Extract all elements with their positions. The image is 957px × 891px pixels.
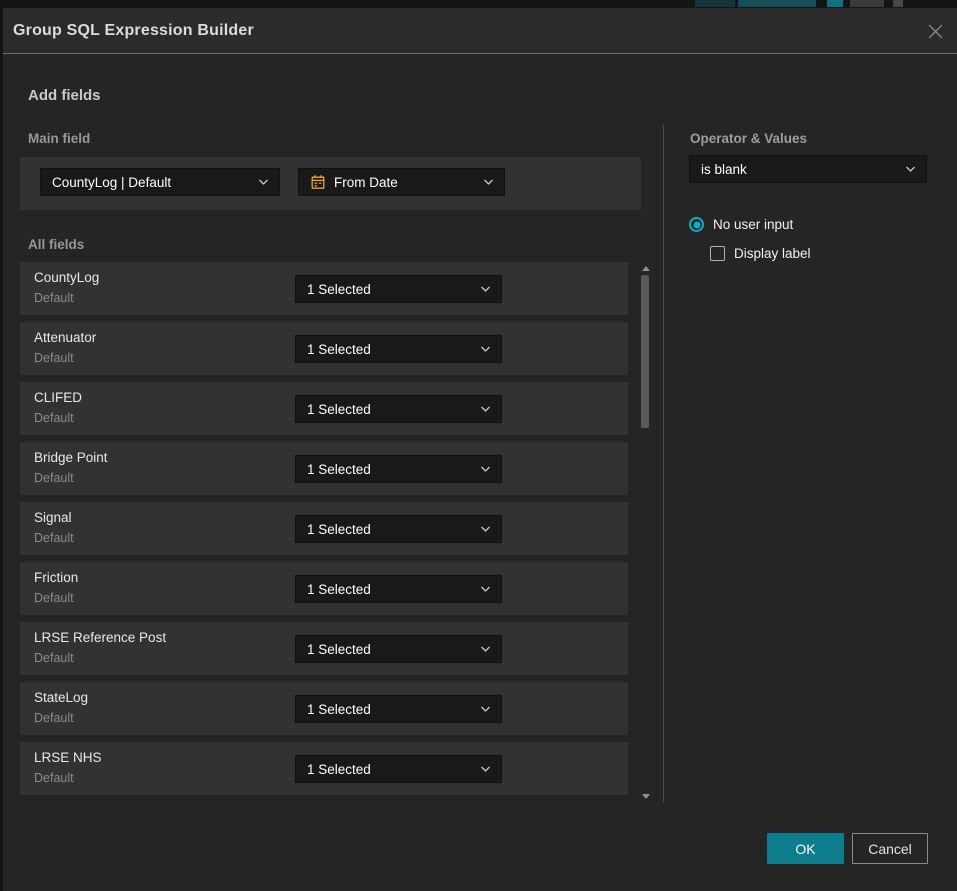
dropdown-value: 1 Selected: [296, 462, 371, 477]
chevron-down-icon: [483, 179, 494, 186]
field-sublabel: Default: [34, 771, 74, 785]
field-sublabel: Default: [34, 411, 74, 425]
chevron-down-icon: [480, 526, 491, 533]
field-values-dropdown[interactable]: 1 Selected: [295, 635, 502, 663]
dropdown-value: 1 Selected: [296, 582, 371, 597]
field-values-dropdown[interactable]: 1 Selected: [295, 335, 502, 363]
dropdown-value: 1 Selected: [296, 642, 371, 657]
field-sublabel: Default: [34, 351, 74, 365]
main-field-label: Main field: [28, 131, 90, 146]
dropdown-value: 1 Selected: [296, 702, 371, 717]
field-values-dropdown[interactable]: 1 Selected: [295, 395, 502, 423]
field-values-dropdown[interactable]: 1 Selected: [295, 695, 502, 723]
field-values-dropdown[interactable]: 1 Selected: [295, 575, 502, 603]
field-values-dropdown[interactable]: 1 Selected: [295, 455, 502, 483]
chevron-down-icon: [258, 179, 269, 186]
dropdown-value: 1 Selected: [296, 342, 371, 357]
dropdown-value: 1 Selected: [296, 762, 371, 777]
field-sublabel: Default: [34, 471, 74, 485]
field-name: Bridge Point: [34, 450, 108, 465]
no-user-input-radio[interactable]: No user input: [689, 217, 793, 232]
field-sublabel: Default: [34, 651, 74, 665]
close-icon: [927, 23, 944, 40]
field-name: Friction: [34, 570, 78, 585]
chevron-down-icon: [480, 406, 491, 413]
field-row: LRSE Reference Post Default 1 Selected: [20, 622, 628, 675]
display-label-text: Display label: [734, 246, 811, 261]
chevron-down-icon: [480, 286, 491, 293]
group-sql-expression-builder-dialog: Group SQL Expression Builder Add fields …: [3, 8, 957, 891]
chevron-down-icon: [480, 586, 491, 593]
field-sublabel: Default: [34, 591, 74, 605]
chevron-down-icon: [480, 706, 491, 713]
main-field-panel: CountyLog | Default From Date: [20, 157, 641, 210]
main-field-field-dropdown[interactable]: From Date: [298, 168, 505, 196]
scrollbar-thumb[interactable]: [641, 275, 649, 428]
chevron-down-icon: [480, 466, 491, 473]
field-values-dropdown[interactable]: 1 Selected: [295, 755, 502, 783]
chevron-down-icon: [480, 346, 491, 353]
field-row: Signal Default 1 Selected: [20, 502, 628, 555]
field-row: CountyLog Default 1 Selected: [20, 262, 628, 315]
dialog-title: Group SQL Expression Builder: [13, 8, 254, 54]
field-row: CLIFED Default 1 Selected: [20, 382, 628, 435]
add-fields-heading: Add fields: [28, 87, 101, 104]
dropdown-value: 1 Selected: [296, 282, 371, 297]
chevron-down-icon: [480, 646, 491, 653]
panel-divider: [663, 125, 664, 802]
dialog-titlebar: Group SQL Expression Builder: [3, 8, 957, 54]
background-app-fragment: [850, 0, 884, 7]
dropdown-value: is blank: [690, 162, 747, 177]
all-fields-label: All fields: [28, 237, 84, 252]
chevron-down-icon: [480, 766, 491, 773]
operator-dropdown[interactable]: is blank: [689, 155, 927, 183]
checkbox-icon: [710, 246, 725, 261]
display-label-checkbox[interactable]: Display label: [710, 246, 811, 261]
field-name: Attenuator: [34, 330, 96, 345]
scrollbar-up-arrow[interactable]: [642, 266, 650, 271]
field-row: Friction Default 1 Selected: [20, 562, 628, 615]
field-name: LRSE NHS: [34, 750, 102, 765]
calendar-icon: [310, 174, 326, 190]
field-sublabel: Default: [34, 291, 74, 305]
field-sublabel: Default: [34, 531, 74, 545]
main-field-layer-dropdown[interactable]: CountyLog | Default: [40, 168, 280, 196]
field-sublabel: Default: [34, 711, 74, 725]
operator-values-heading: Operator & Values: [690, 131, 807, 146]
dropdown-value: From Date: [334, 175, 398, 190]
radio-icon: [689, 217, 704, 232]
background-app-fragment: [695, 0, 735, 7]
no-user-input-label: No user input: [713, 217, 793, 232]
dropdown-value: 1 Selected: [296, 522, 371, 537]
field-name: StateLog: [34, 690, 88, 705]
field-row: Bridge Point Default 1 Selected: [20, 442, 628, 495]
field-name: Signal: [34, 510, 72, 525]
ok-button[interactable]: OK: [767, 833, 844, 864]
background-app-fragment: [827, 0, 843, 7]
chevron-down-icon: [905, 166, 916, 173]
field-values-dropdown[interactable]: 1 Selected: [295, 275, 502, 303]
cancel-button[interactable]: Cancel: [852, 833, 928, 864]
field-row: Attenuator Default 1 Selected: [20, 322, 628, 375]
field-name: LRSE Reference Post: [34, 630, 166, 645]
background-app-fragment: [893, 0, 903, 7]
field-name: CLIFED: [34, 390, 82, 405]
field-name: CountyLog: [34, 270, 99, 285]
scrollbar-down-arrow[interactable]: [642, 794, 650, 799]
field-values-dropdown[interactable]: 1 Selected: [295, 515, 502, 543]
background-app-fragment: [738, 0, 816, 7]
dropdown-value: 1 Selected: [296, 402, 371, 417]
field-row: StateLog Default 1 Selected: [20, 682, 628, 735]
close-button[interactable]: [926, 22, 944, 40]
dropdown-value: CountyLog | Default: [41, 175, 171, 190]
field-row: LRSE NHS Default 1 Selected: [20, 742, 628, 795]
